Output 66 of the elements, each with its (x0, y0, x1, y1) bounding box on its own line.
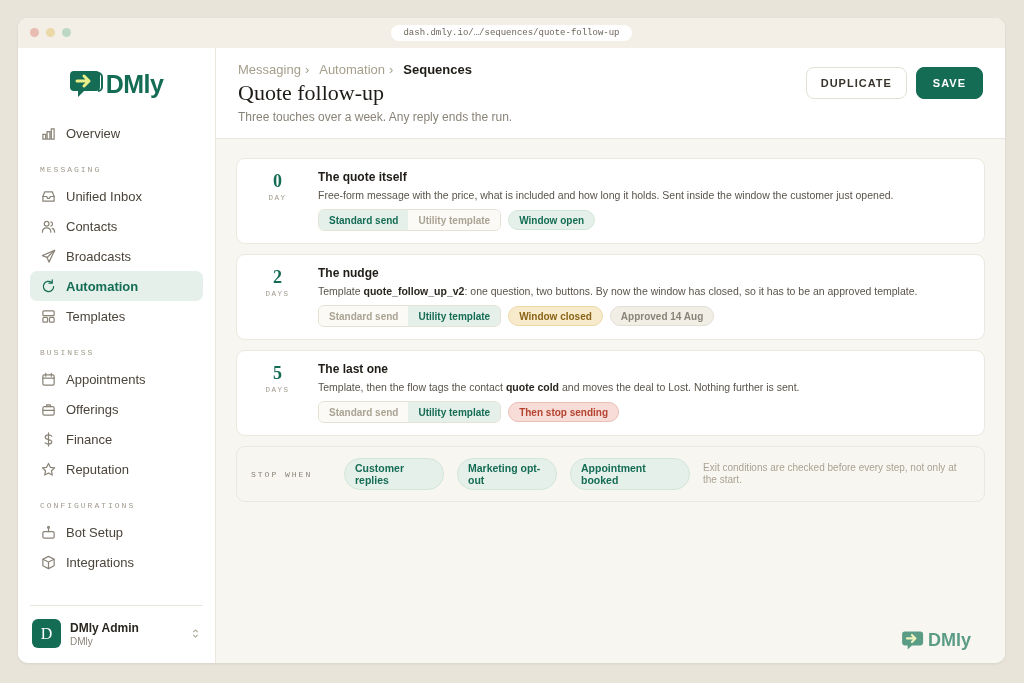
inbox-icon (41, 188, 56, 204)
avatar: D (32, 619, 61, 648)
page-subtitle: Three touches over a week. Any reply ends the run. (238, 110, 513, 124)
maximize-dot[interactable] (62, 28, 71, 37)
day-number: 0 (273, 171, 282, 191)
logo-wordmark: DMly (105, 69, 164, 99)
chevron-up-down-icon[interactable] (192, 628, 199, 639)
step-description: Template quote_follow_up_v2: one question, two buttons. By now the window has closed, so it has to be an approved template. (318, 285, 919, 297)
minimize-dot[interactable] (46, 28, 55, 37)
status-tag: Window open (508, 210, 596, 230)
stop-note: Exit conditions are checked before every step, not only at the start. (703, 462, 958, 486)
condition-tag: Appointment booked (570, 458, 690, 490)
breadcrumb-separator: › (304, 62, 310, 77)
send-mode-option[interactable]: Standard send (319, 210, 409, 230)
bar-chart-icon (41, 125, 56, 141)
step-title: The last one (318, 362, 389, 376)
step-title: The quote itself (318, 170, 408, 184)
address-bar[interactable]: dash.dmly.io/…/sequences/quote-follow-up (391, 25, 632, 41)
logo-icon (902, 630, 926, 651)
people-icon (41, 218, 56, 234)
nav-item[interactable]: Overview (30, 118, 203, 148)
condition-tag: Customer replies (344, 458, 444, 490)
nav-item[interactable]: Offerings (30, 394, 203, 424)
briefcase-icon (41, 401, 56, 417)
day-number: 2 (273, 267, 282, 287)
nav-item[interactable]: Bot Setup (30, 517, 203, 547)
paper-plane-icon (41, 248, 56, 264)
star-icon (41, 461, 56, 477)
nav-item[interactable]: Contacts (30, 211, 203, 241)
nav-item[interactable]: Unified Inbox (30, 181, 203, 211)
user-name: DMly Admin (70, 620, 140, 635)
duplicate-button[interactable]: DUPLICATE (805, 67, 907, 99)
section-heading: MESSAGING (39, 164, 103, 176)
send-mode-option[interactable]: Utility template (408, 306, 501, 326)
save-button[interactable]: SAVE (915, 67, 983, 99)
logo-icon (69, 69, 104, 99)
breadcrumb-separator: › (389, 62, 394, 77)
step-description: Free-form message with the price, what is included and how long it holds. Sent inside the window the customer just opened. (318, 189, 895, 201)
nav-item[interactable]: Finance (30, 424, 203, 454)
stop-label: STOP WHEN (251, 469, 314, 479)
step-description: Template, then the flow tags the contact quote cold and moves the deal to Lost. Nothing further is sent. (318, 381, 801, 393)
status-tag: Then stop sending (508, 402, 620, 422)
close-dot[interactable] (30, 28, 39, 37)
nav-item[interactable]: Appointments (30, 364, 203, 394)
logo-wordmark: DMly (928, 630, 971, 651)
breadcrumb-current: Sequences (403, 62, 472, 77)
cube-icon (41, 554, 56, 570)
section-heading: BUSINESS (39, 347, 96, 359)
nav-item[interactable]: Broadcasts (30, 241, 203, 271)
page-title: Quote follow-up (238, 80, 386, 106)
calendar-icon (41, 371, 56, 387)
status-tag: Approved 14 Aug (609, 306, 715, 326)
step-title: The nudge (318, 266, 380, 280)
section-heading: CONFIGURATIONS (39, 500, 137, 512)
layout-icon (41, 308, 56, 324)
send-mode-option[interactable]: Utility template (408, 402, 501, 422)
refresh-icon (41, 278, 56, 294)
bot-icon (41, 524, 56, 540)
nav-item[interactable]: Automation (30, 271, 203, 301)
nav-item[interactable]: Integrations (30, 547, 203, 577)
day-number: 5 (273, 363, 282, 383)
condition-tag: Marketing opt-out (457, 458, 557, 490)
user-organization: DMly (70, 635, 94, 647)
nav-item[interactable]: Reputation (30, 454, 203, 484)
status-tag: Window closed (508, 306, 603, 326)
nav-item[interactable]: Templates (30, 301, 203, 331)
